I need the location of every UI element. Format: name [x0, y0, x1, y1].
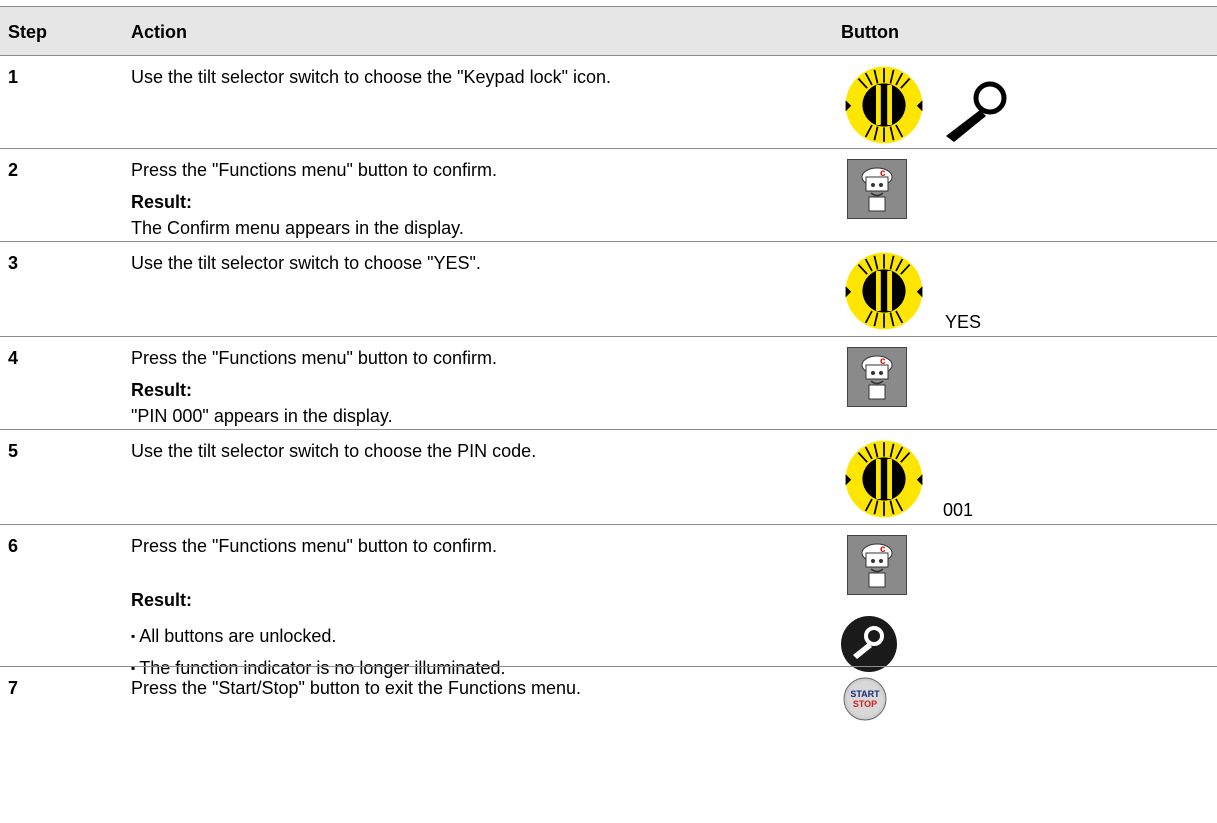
result-text: The Confirm menu appears in the display. [131, 218, 464, 238]
table-row: 7 Press the "Start/Stop" button to exit … [0, 666, 1217, 747]
action-text: Press the "Start/Stop" button to exit th… [131, 677, 811, 709]
table-header: Step Action Button [0, 6, 1217, 56]
table-row: 1 Use the tilt selector switch to choose… [0, 55, 1217, 149]
step-number: 1 [8, 67, 19, 87]
table-row: 5 Use the tilt selector switch to choose… [0, 429, 1217, 525]
action-instruction: Use the tilt selector switch to choose t… [131, 441, 537, 461]
action-text: Use the tilt selector switch to choose t… [131, 66, 811, 98]
display-readout: YES [945, 312, 982, 332]
step-number: 5 [8, 441, 19, 461]
action-text: Use the tilt selector switch to choose t… [131, 440, 811, 472]
table-row: 3 Use the tilt selector switch to choose… [0, 241, 1217, 337]
header-button: Button [841, 22, 899, 42]
step-number: 3 [8, 253, 19, 273]
tilt-selector-icon [844, 65, 924, 145]
table-row: 4 Press the "Functions menu" button to c… [0, 336, 1217, 430]
table-row: 2 Press the "Functions menu" button to c… [0, 148, 1217, 242]
list-item: All buttons are unlocked. [131, 625, 811, 649]
functions-menu-icon [847, 347, 907, 407]
result-label: Result: [131, 590, 193, 610]
result-text: "PIN 000" appears in the display. [131, 406, 393, 426]
result-label: Result: [131, 380, 193, 400]
action-text: Press the "Functions menu" button to con… [131, 347, 811, 437]
step-number: 6 [8, 536, 19, 556]
action-instruction: Use the tilt selector switch to choose "… [131, 253, 481, 273]
action-instruction: Press the "Functions menu" button to con… [131, 348, 497, 368]
action-instruction: Press the "Functions menu" button to con… [131, 536, 497, 556]
table-row: 6 Press the "Functions menu" button to c… [0, 524, 1217, 678]
display-readout: 001 [943, 500, 974, 520]
step-number: 2 [8, 160, 19, 180]
stop-label: STOP [853, 699, 877, 709]
header-action: Action [131, 22, 187, 42]
functions-menu-icon [847, 535, 907, 595]
result-label: Result: [131, 192, 193, 212]
start-stop-icon: START STOP [843, 677, 887, 721]
action-instruction: Use the tilt selector switch to choose t… [131, 67, 612, 87]
header-step: Step [8, 22, 48, 42]
step-number: 7 [8, 678, 19, 698]
action-text: Use the tilt selector switch to choose "… [131, 252, 811, 284]
start-label: START [850, 689, 880, 699]
action-instruction: Press the "Functions menu" button to con… [131, 160, 497, 180]
functions-menu-icon [847, 159, 907, 219]
key-circle-icon [841, 616, 897, 672]
tilt-selector-icon [844, 251, 924, 331]
action-text: Press the "Functions menu" button to con… [131, 159, 811, 249]
tilt-selector-icon [844, 439, 924, 519]
step-number: 4 [8, 348, 19, 368]
key-icon [946, 81, 1007, 142]
action-instruction: Press the "Start/Stop" button to exit th… [131, 678, 582, 698]
